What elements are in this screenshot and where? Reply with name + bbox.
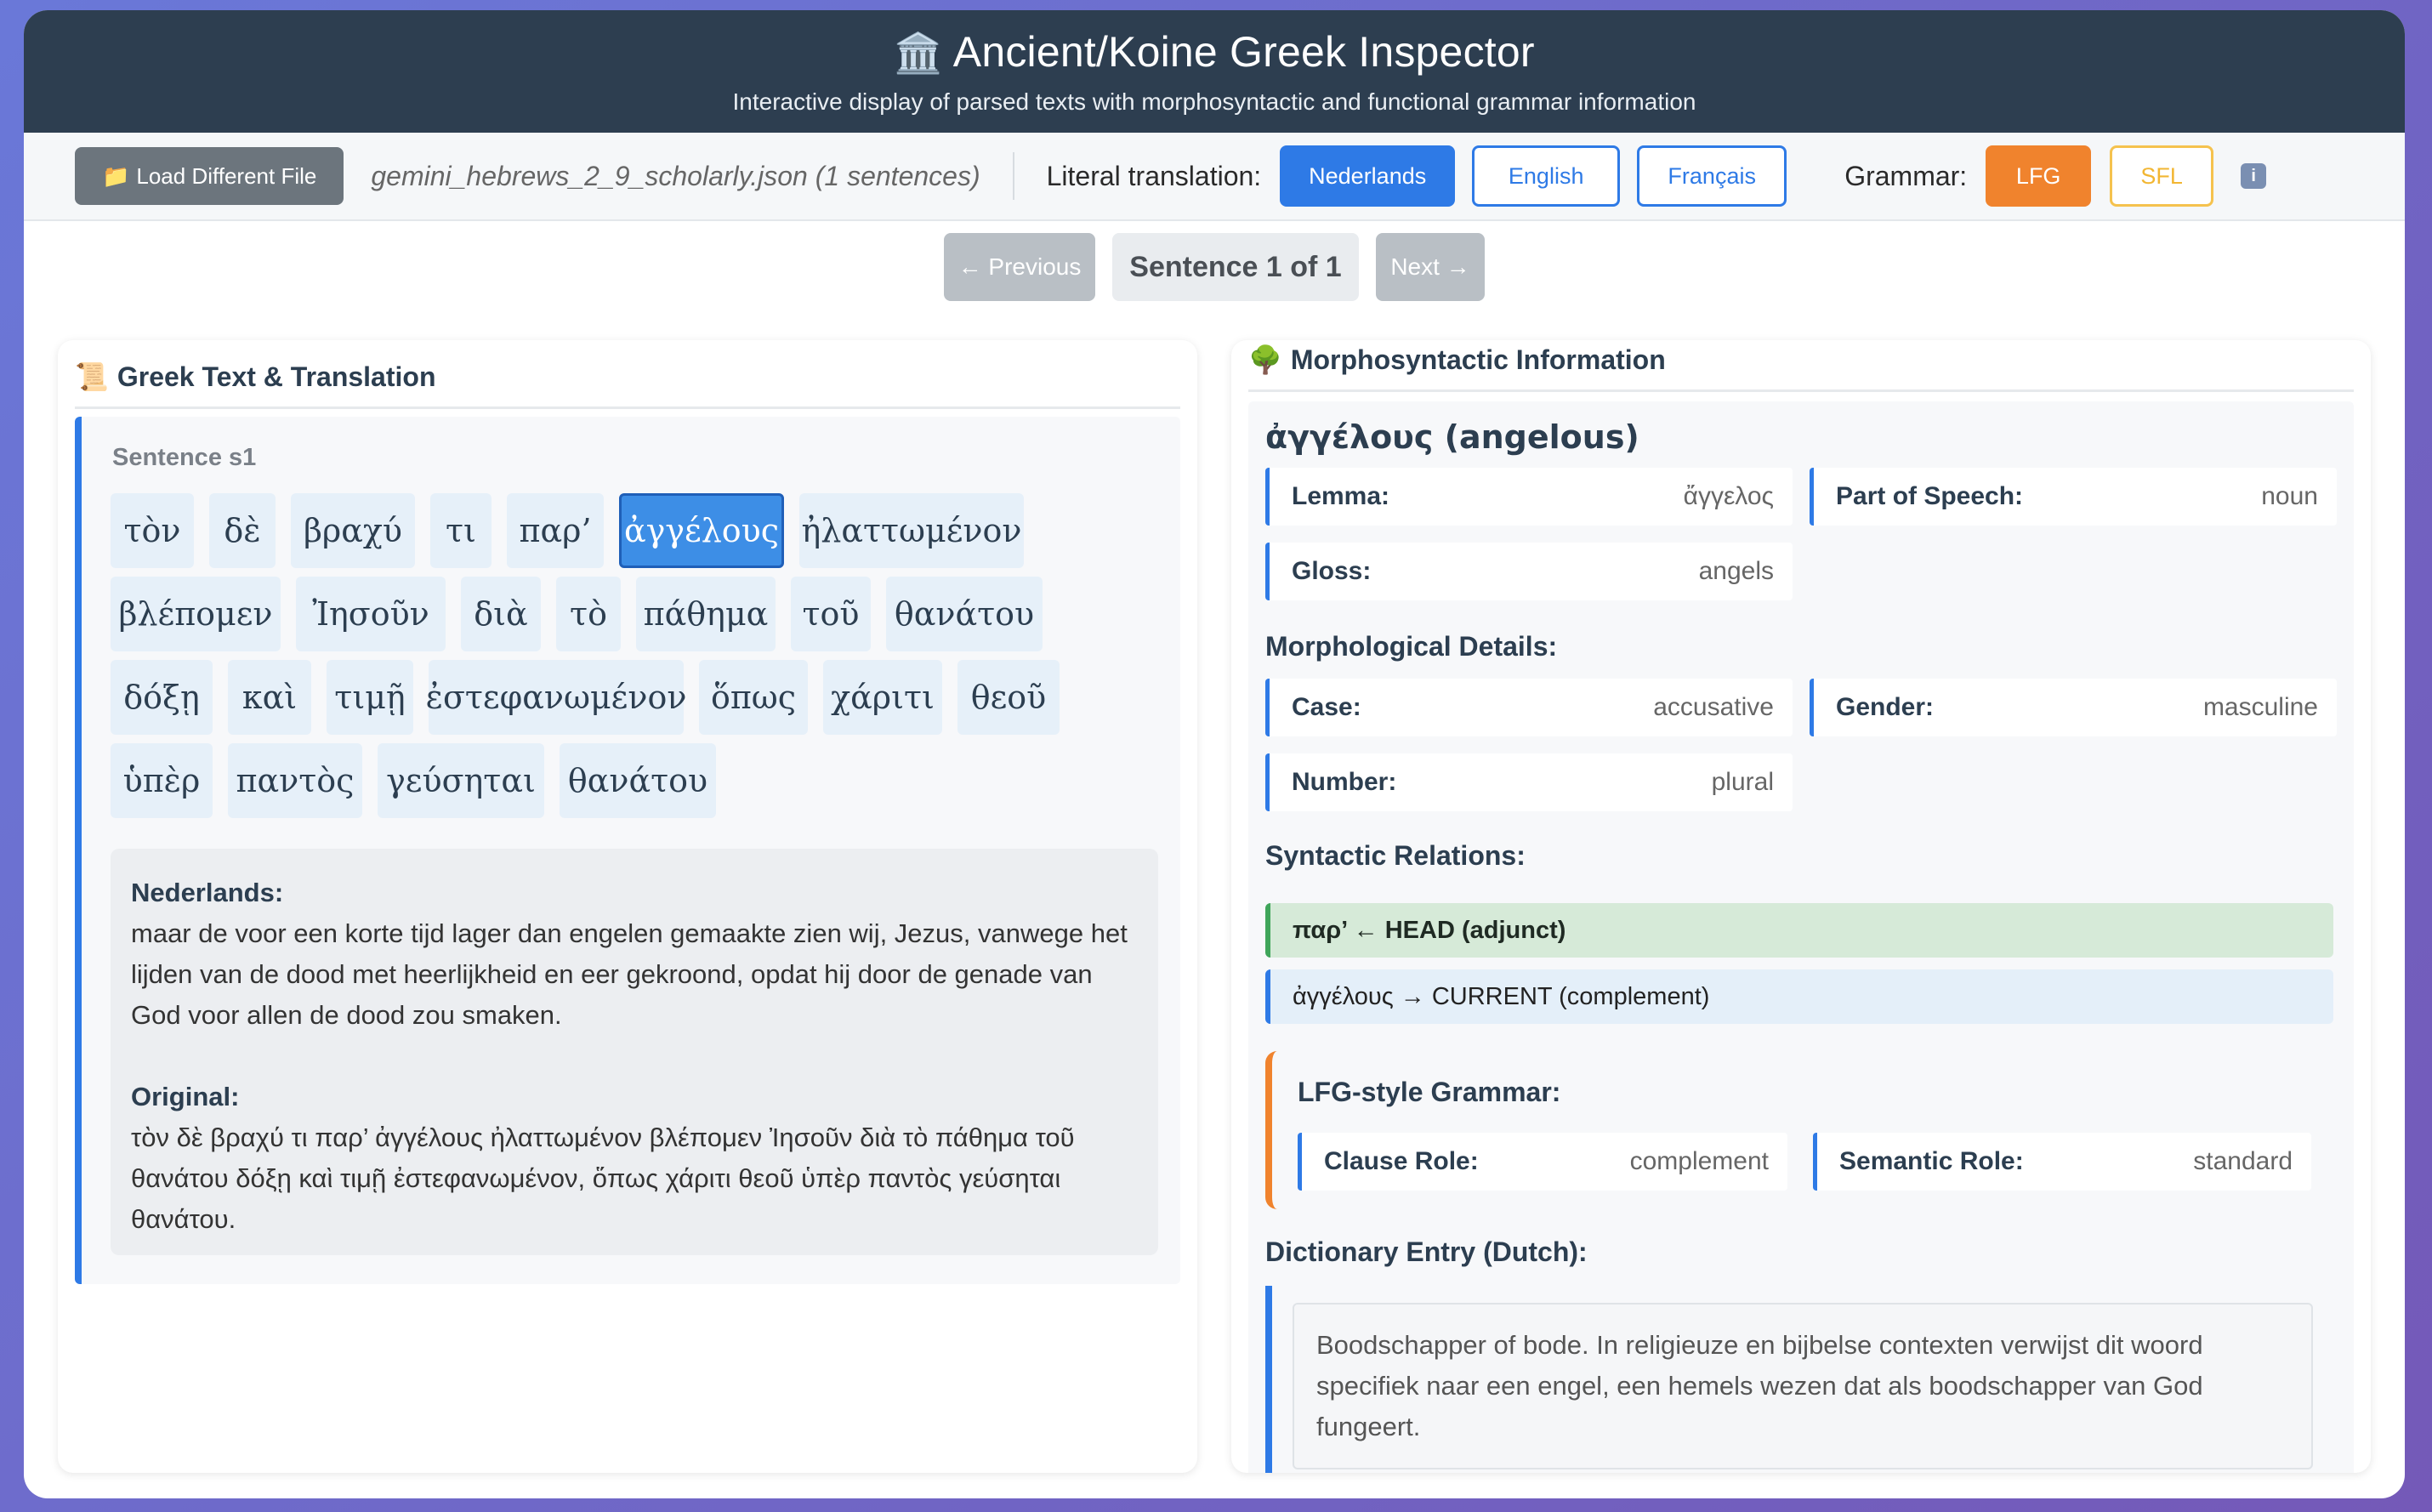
word-token[interactable]: γεύσηται — [378, 743, 544, 818]
language-button-francais[interactable]: Français — [1637, 145, 1787, 207]
word-token[interactable]: τὸν — [111, 493, 194, 568]
previous-button[interactable]: ← Previous — [944, 233, 1095, 301]
word-token[interactable]: τιμῇ — [327, 660, 413, 735]
grammar-label: Grammar: — [1844, 160, 1968, 191]
part-of-speech-field: Part of Speech: noun — [1810, 468, 2337, 526]
clause-role-field: Clause Role: complement — [1298, 1133, 1787, 1191]
gloss-field: Gloss: angels — [1265, 543, 1793, 600]
word-token[interactable]: παντὸς — [228, 743, 362, 818]
original-heading: Original: — [131, 1082, 240, 1111]
morphological-details-title: Morphological Details: — [1265, 631, 1558, 662]
selected-word-heading: ἀγγέλους (angelous) — [1265, 418, 1639, 456]
next-button[interactable]: Next → — [1376, 233, 1485, 301]
info-icon[interactable]: i — [2241, 163, 2267, 189]
file-name-label: gemini_hebrews_2_9_scholarly.json (1 sen… — [371, 160, 980, 191]
scroll-icon: 📜 — [75, 361, 109, 392]
toolbar-divider — [1012, 152, 1014, 200]
toolbar: 📁 Load Different File gemini_hebrews_2_9… — [24, 133, 2405, 221]
load-file-button[interactable]: 📁 Load Different File — [75, 147, 344, 205]
lfg-grammar-box: LFG-style Grammar: Clause Role: compleme… — [1265, 1051, 2333, 1209]
tree-icon: 🌳 — [1248, 344, 1282, 375]
word-token[interactable]: θανάτου — [560, 743, 716, 818]
museum-icon: 🏛️ — [894, 31, 943, 75]
head-relation[interactable]: παρ’ ← HEAD (adjunct) — [1265, 903, 2333, 958]
word-token[interactable]: ὑπὲρ — [111, 743, 213, 818]
word-token[interactable]: καὶ — [228, 660, 311, 735]
grammar-button-lfg[interactable]: LFG — [1986, 145, 2092, 207]
gender-field: Gender: masculine — [1810, 679, 2337, 736]
greek-text-panel-title: 📜 Greek Text & Translation — [75, 361, 436, 393]
syntactic-relations-title: Syntactic Relations: — [1265, 840, 1526, 871]
dictionary-entry-text: Boodschapper of bode. In religieuze en b… — [1293, 1303, 2313, 1469]
morphosyntax-panel-title: 🌳 Morphosyntactic Information — [1248, 344, 1666, 376]
app-window: 🏛️ Ancient/Koine Greek Inspector Interact… — [24, 10, 2405, 1498]
sentence-counter: Sentence 1 of 1 — [1112, 233, 1359, 301]
case-field: Case: accusative — [1265, 679, 1793, 736]
translation-heading: Nederlands: — [131, 878, 284, 907]
semantic-role-field: Semantic Role: standard — [1813, 1133, 2311, 1191]
word-token[interactable]: πάθημα — [636, 577, 776, 651]
word-token[interactable]: βλέπομεν — [111, 577, 281, 651]
word-token[interactable]: θεοῦ — [957, 660, 1060, 735]
word-token[interactable]: διὰ — [461, 577, 541, 651]
word-token[interactable]: ὅπως — [699, 660, 808, 735]
word-token[interactable]: ἠλαττωμένον — [799, 493, 1024, 568]
word-token[interactable]: παρ’ — [507, 493, 604, 568]
original-text: τὸν δὲ βραχύ τι παρ’ ἀγγέλους ἠλαττωμένο… — [131, 1123, 1075, 1234]
word-token[interactable]: τι — [430, 493, 492, 568]
translation-box: Nederlands: maar de voor een korte tijd … — [111, 849, 1158, 1255]
word-token[interactable]: χάριτι — [823, 660, 942, 735]
word-token[interactable]: βραχύ — [291, 493, 415, 568]
app-title: 🏛️ Ancient/Koine Greek Inspector — [894, 28, 1535, 76]
sentence-card: Sentence s1 τὸν δὲ βραχύ τι παρ’ ἀγγέλου… — [75, 417, 1180, 1284]
word-token[interactable]: δὲ — [209, 493, 276, 568]
morphosyntax-panel: 🌳 Morphosyntactic Information ἀγγέλους (… — [1231, 340, 2371, 1473]
translation-text: maar de voor een korte tijd lager dan en… — [131, 918, 1128, 1030]
panel-divider — [75, 406, 1180, 409]
panel-divider — [1248, 389, 2354, 392]
dictionary-entry-title: Dictionary Entry (Dutch): — [1265, 1236, 1588, 1267]
grammar-button-sfl[interactable]: SFL — [2110, 145, 2214, 207]
folder-icon: 📁 — [102, 162, 130, 189]
sentence-navigation: ← Previous Sentence 1 of 1 Next → — [24, 233, 2405, 301]
translation-label: Literal translation: — [1046, 160, 1262, 191]
word-token[interactable]: Ἰησοῦν — [296, 577, 446, 651]
word-token[interactable]: θανάτου — [886, 577, 1043, 651]
current-relation: ἀγγέλους → CURRENT (complement) — [1265, 969, 2333, 1024]
word-token[interactable]: ἐστεφανωμένον — [426, 660, 686, 735]
word-token-selected[interactable]: ἀγγέλους — [619, 493, 784, 568]
app-header: 🏛️ Ancient/Koine Greek Inspector Interact… — [24, 10, 2405, 133]
app-subtitle: Interactive display of parsed texts with… — [732, 88, 1696, 115]
number-field: Number: plural — [1265, 753, 1793, 811]
lemma-field: Lemma: ἄγγελος — [1265, 468, 1793, 526]
greek-text-panel: 📜 Greek Text & Translation Sentence s1 τ… — [58, 340, 1197, 1473]
dictionary-entry-box: Boodschapper of bode. In religieuze en b… — [1265, 1286, 2333, 1473]
language-button-nederlands[interactable]: Nederlands — [1280, 145, 1456, 207]
word-token[interactable]: τοῦ — [791, 577, 871, 651]
word-token[interactable]: δόξῃ — [111, 660, 213, 735]
sentence-label: Sentence s1 — [112, 444, 257, 471]
lfg-grammar-title: LFG-style Grammar: — [1298, 1077, 1561, 1107]
word-token[interactable]: τὸ — [556, 577, 621, 651]
language-button-english[interactable]: English — [1472, 145, 1621, 207]
